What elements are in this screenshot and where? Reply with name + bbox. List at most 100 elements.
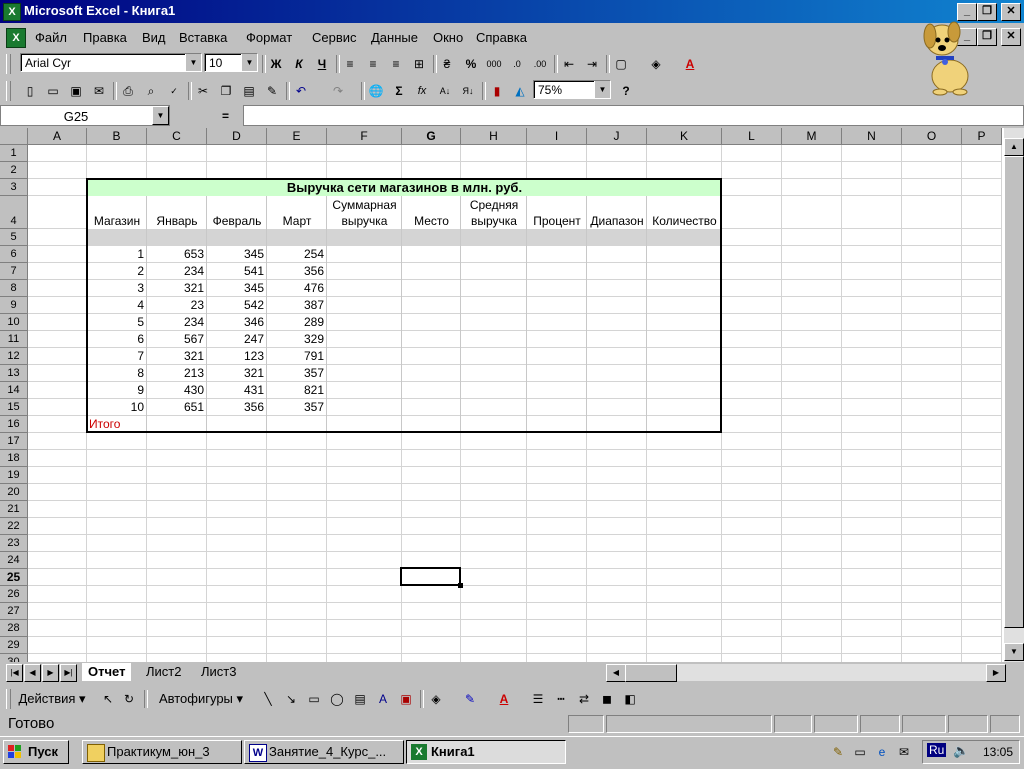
align-right-icon[interactable]: ≡ bbox=[386, 54, 406, 74]
sheet-tab-2[interactable]: Лист2 bbox=[140, 663, 187, 681]
total-label[interactable]: Итого bbox=[89, 416, 120, 433]
table-cell[interactable]: 345 bbox=[207, 280, 267, 297]
table-cell[interactable]: 234 bbox=[147, 263, 207, 280]
menu-window[interactable]: Окно bbox=[433, 30, 463, 45]
line-color-icon[interactable]: ✎ bbox=[460, 689, 480, 709]
table-cell[interactable]: 247 bbox=[207, 331, 267, 348]
row-header[interactable]: 6 bbox=[0, 246, 28, 263]
redo-icon[interactable]: ↷ bbox=[328, 81, 348, 101]
table-cell[interactable]: 2 bbox=[87, 263, 147, 280]
row-header[interactable]: 2 bbox=[0, 162, 28, 179]
decrease-decimal-icon[interactable]: .00 bbox=[530, 54, 550, 74]
thousands-button[interactable]: 000 bbox=[484, 54, 504, 74]
table-cell[interactable]: 6 bbox=[87, 331, 147, 348]
menu-insert[interactable]: Вставка bbox=[179, 30, 227, 45]
table-cell[interactable]: 1 bbox=[87, 246, 147, 263]
column-header[interactable]: H bbox=[461, 128, 527, 145]
align-left-icon[interactable]: ≡ bbox=[340, 54, 360, 74]
desktop-icon[interactable]: ▭ bbox=[850, 742, 870, 762]
row-header[interactable]: 29 bbox=[0, 637, 28, 654]
workbook-icon[interactable]: X bbox=[6, 28, 26, 48]
table-cell[interactable]: 567 bbox=[147, 331, 207, 348]
row-header[interactable]: 14 bbox=[0, 382, 28, 399]
table-cell[interactable]: 346 bbox=[207, 314, 267, 331]
align-center-icon[interactable]: ≡ bbox=[363, 54, 383, 74]
row-header[interactable]: 9 bbox=[0, 297, 28, 314]
table-cell[interactable]: 653 bbox=[147, 246, 207, 263]
table-cell[interactable]: 431 bbox=[207, 382, 267, 399]
table-cell[interactable]: 213 bbox=[147, 365, 207, 382]
merge-center-icon[interactable]: ⊞ bbox=[409, 54, 429, 74]
currency-icon[interactable]: ₴ bbox=[437, 54, 457, 74]
print-icon[interactable]: ⎙ bbox=[118, 81, 138, 101]
row-header[interactable]: 4 bbox=[0, 196, 28, 229]
hyperlink-icon[interactable]: 🌐 bbox=[366, 81, 386, 101]
paste-icon[interactable]: ▤ bbox=[239, 81, 259, 101]
title-bar[interactable]: X Microsoft Excel - Книга1 _ ❐ ✕ bbox=[0, 0, 1024, 23]
table-cell[interactable]: 123 bbox=[207, 348, 267, 365]
sort-descending-icon[interactable]: Я↓ bbox=[458, 81, 478, 101]
column-header[interactable]: P bbox=[962, 128, 1002, 145]
wordart-icon[interactable]: A bbox=[373, 689, 393, 709]
table-cell[interactable]: 3 bbox=[87, 280, 147, 297]
chart-wizard-icon[interactable]: ▮ bbox=[487, 81, 507, 101]
horizontal-scrollbar[interactable]: ◀ ▶ bbox=[606, 664, 1006, 682]
column-title-cell[interactable]: Магазин bbox=[87, 198, 147, 229]
speaker-icon[interactable]: 🔈 bbox=[953, 743, 969, 759]
arrow-style-icon[interactable]: ⇄ bbox=[574, 689, 594, 709]
column-header[interactable]: A bbox=[28, 128, 87, 145]
start-button[interactable]: Пуск bbox=[3, 740, 69, 764]
fill-color-icon[interactable]: ◈ bbox=[426, 689, 446, 709]
autoshapes-menu[interactable]: Автофигуры ▾ bbox=[150, 689, 252, 709]
chevron-down-icon[interactable]: ▼ bbox=[152, 106, 169, 125]
prev-sheet-button[interactable]: ◀ bbox=[24, 664, 41, 682]
format-painter-icon[interactable]: ✎ bbox=[262, 81, 282, 101]
row-header[interactable]: 30 bbox=[0, 654, 28, 662]
menu-format[interactable]: Формат bbox=[246, 30, 292, 45]
table-cell[interactable]: 357 bbox=[267, 365, 327, 382]
column-title-cell[interactable]: Март bbox=[267, 198, 327, 229]
column-title-cell[interactable]: Февраль bbox=[207, 198, 267, 229]
close-button[interactable]: ✕ bbox=[1001, 3, 1021, 21]
3d-icon[interactable]: ◧ bbox=[620, 689, 640, 709]
row-header[interactable]: 8 bbox=[0, 280, 28, 297]
new-file-icon[interactable]: ▯ bbox=[20, 81, 40, 101]
email-icon[interactable]: ✉ bbox=[89, 81, 109, 101]
row-header[interactable]: 25 bbox=[0, 569, 28, 586]
column-header[interactable]: J bbox=[587, 128, 647, 145]
row-header[interactable]: 27 bbox=[0, 603, 28, 620]
row-header[interactable]: 26 bbox=[0, 586, 28, 603]
row-header[interactable]: 12 bbox=[0, 348, 28, 365]
increase-indent-icon[interactable]: ⇥ bbox=[582, 54, 602, 74]
column-title-cell[interactable]: Январь bbox=[147, 198, 207, 229]
undo-icon[interactable]: ↶ bbox=[291, 81, 311, 101]
save-icon[interactable]: ▣ bbox=[66, 81, 86, 101]
table-cell[interactable]: 5 bbox=[87, 314, 147, 331]
table-cell[interactable]: 345 bbox=[207, 246, 267, 263]
column-title-cell[interactable]: Место bbox=[402, 198, 461, 229]
first-sheet-button[interactable]: |◀ bbox=[6, 664, 23, 682]
table-cell[interactable]: 356 bbox=[267, 263, 327, 280]
select-all-corner[interactable] bbox=[0, 128, 28, 145]
active-cell-cursor[interactable] bbox=[400, 567, 461, 586]
column-header[interactable]: K bbox=[647, 128, 722, 145]
table-cell[interactable]: 651 bbox=[147, 399, 207, 416]
table-cell[interactable]: 23 bbox=[147, 297, 207, 314]
menu-data[interactable]: Данные bbox=[371, 30, 418, 45]
column-header[interactable]: D bbox=[207, 128, 267, 145]
table-cell[interactable]: 289 bbox=[267, 314, 327, 331]
toolbar-grip[interactable] bbox=[6, 689, 11, 709]
scroll-down-button[interactable]: ▼ bbox=[1004, 643, 1024, 661]
column-header[interactable]: B bbox=[87, 128, 147, 145]
toolbar-grip[interactable] bbox=[6, 81, 11, 101]
table-cell[interactable]: 356 bbox=[207, 399, 267, 416]
sort-ascending-icon[interactable]: A↓ bbox=[435, 81, 455, 101]
table-title[interactable]: Выручка сети магазинов в млн. руб. bbox=[87, 179, 722, 196]
help-icon[interactable]: ? bbox=[616, 81, 636, 101]
excel-app-icon[interactable]: X bbox=[3, 3, 21, 21]
formula-equals[interactable]: = bbox=[222, 109, 229, 123]
oval-icon[interactable]: ◯ bbox=[327, 689, 347, 709]
next-sheet-button[interactable]: ▶ bbox=[42, 664, 59, 682]
menu-view[interactable]: Вид bbox=[142, 30, 166, 45]
scroll-left-button[interactable]: ◀ bbox=[606, 664, 626, 682]
